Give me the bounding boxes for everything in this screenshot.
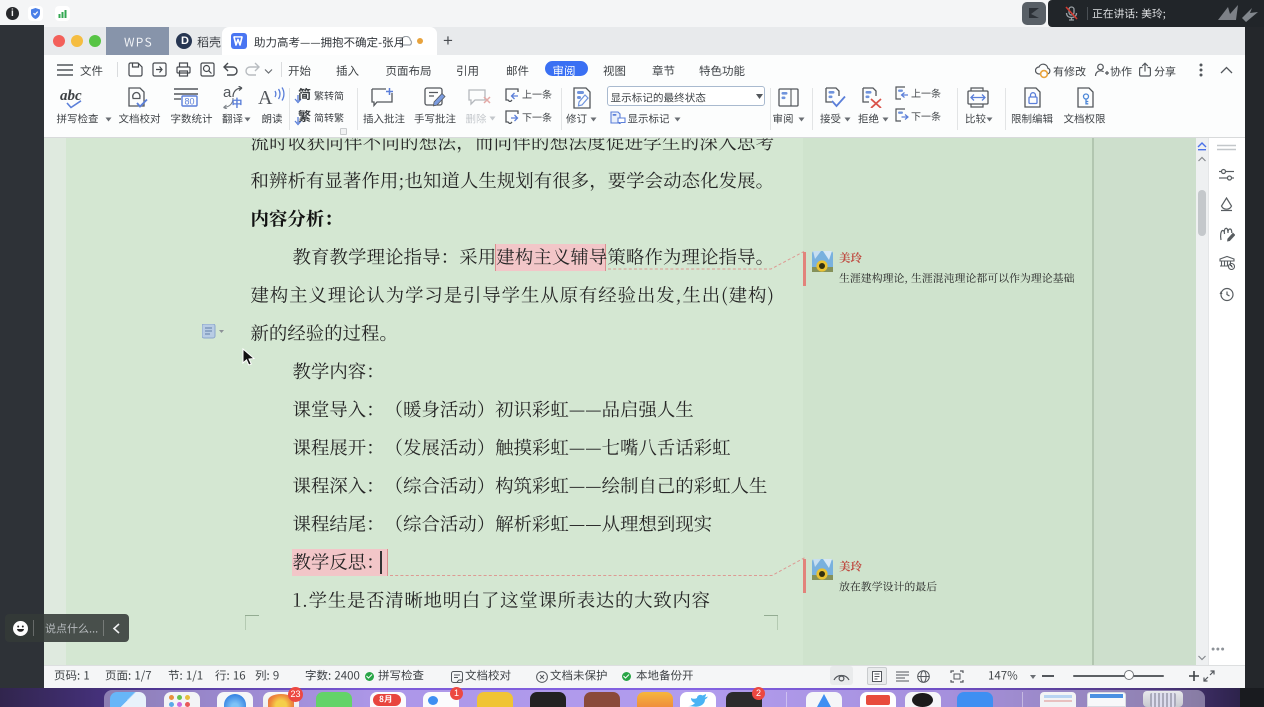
svg-text:80: 80 [185, 97, 195, 107]
